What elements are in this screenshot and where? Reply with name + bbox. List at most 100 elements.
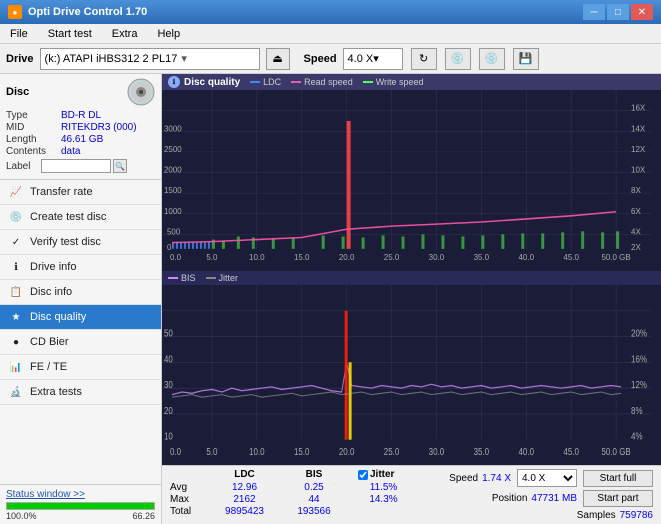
svg-text:20%: 20%: [631, 327, 647, 338]
chart-icon: ℹ: [168, 76, 180, 88]
speed-label: Speed: [304, 53, 337, 65]
jitter-color: [206, 277, 216, 279]
extra-tests-icon: 🔬: [8, 384, 24, 400]
svg-text:10X: 10X: [631, 165, 646, 174]
maximize-button[interactable]: □: [607, 4, 629, 20]
disc-label-input[interactable]: [41, 159, 111, 173]
svg-text:16%: 16%: [631, 353, 647, 364]
total-label: Total: [170, 506, 205, 517]
progress-row: 100.0% 66.26: [6, 511, 155, 521]
svg-text:45.0: 45.0: [563, 446, 579, 457]
drive-select[interactable]: (k:) ATAPI iHBS312 2 PL17 ▾: [40, 48, 260, 70]
sidebar-item-drive-info[interactable]: ℹ Drive info: [0, 255, 161, 280]
total-bis: 193566: [284, 506, 344, 517]
total-ldc: 9895423: [207, 506, 282, 517]
drive-dropdown-arrow: ▾: [181, 52, 187, 65]
progress-val: 66.26: [132, 511, 155, 521]
create-test-disc-icon: 💿: [8, 209, 24, 225]
svg-text:40.0: 40.0: [518, 446, 534, 457]
readspeed-color: [291, 81, 301, 83]
svg-text:1000: 1000: [164, 207, 182, 216]
sidebar: Disc Type BD-R DL MID RITEKDR3 (000): [0, 74, 162, 524]
svg-text:5.0: 5.0: [206, 253, 218, 262]
disc-label-edit-button[interactable]: 🔍: [113, 159, 127, 173]
svg-text:50.0 GB: 50.0 GB: [601, 253, 630, 262]
svg-text:35.0: 35.0: [474, 446, 490, 457]
status-bar: Status window >> 100.0% 66.26: [0, 484, 161, 524]
sidebar-item-disc-info[interactable]: 📋 Disc info: [0, 280, 161, 305]
svg-text:50: 50: [164, 327, 173, 338]
svg-text:40.0: 40.0: [519, 253, 535, 262]
disc-title: Disc: [6, 86, 29, 98]
start-full-button[interactable]: Start full: [583, 470, 653, 487]
svg-text:10: 10: [164, 430, 173, 441]
menu-starttest[interactable]: Start test: [42, 27, 98, 41]
svg-text:16X: 16X: [631, 104, 646, 113]
svg-text:30.0: 30.0: [429, 253, 445, 262]
sidebar-item-extra-tests[interactable]: 🔬 Extra tests: [0, 380, 161, 405]
bis-color: [168, 277, 178, 279]
speed-val: 1.74 X: [482, 473, 511, 484]
svg-text:0: 0: [167, 243, 172, 252]
svg-text:25.0: 25.0: [384, 253, 400, 262]
menu-help[interactable]: Help: [151, 27, 186, 41]
menu-extra[interactable]: Extra: [106, 27, 144, 41]
svg-text:15.0: 15.0: [294, 446, 310, 457]
drive-eject-button[interactable]: ⏏: [266, 48, 290, 70]
drive-label: Drive: [6, 53, 34, 65]
save-button[interactable]: 💾: [513, 48, 539, 70]
svg-text:30.0: 30.0: [429, 446, 445, 457]
sidebar-item-cd-bier[interactable]: ● CD Bier: [0, 330, 161, 355]
max-label: Max: [170, 494, 205, 505]
titlebar-left: ● Opti Drive Control 1.70: [8, 5, 147, 19]
status-window-link[interactable]: Status window >>: [6, 489, 85, 500]
cd-bier-icon: ●: [8, 334, 24, 350]
progress-bar-fill: [7, 503, 154, 509]
svg-text:15.0: 15.0: [294, 253, 310, 262]
svg-text:500: 500: [167, 227, 181, 236]
svg-text:14X: 14X: [631, 124, 646, 133]
disc-quality-icon: ★: [8, 309, 24, 325]
svg-text:50.0 GB: 50.0 GB: [601, 446, 630, 457]
svg-text:8%: 8%: [631, 404, 643, 415]
max-ldc: 2162: [207, 494, 282, 505]
svg-text:20: 20: [164, 404, 173, 415]
sidebar-item-create-test-disc[interactable]: 💿 Create test disc: [0, 205, 161, 230]
disc-button2[interactable]: 💿: [479, 48, 505, 70]
writespeed-color: [363, 81, 373, 83]
disc-button1[interactable]: 💿: [445, 48, 471, 70]
refresh-button[interactable]: ↻: [411, 48, 437, 70]
disc-contents-row: Contents data: [6, 146, 155, 157]
avg-label: Avg: [170, 482, 205, 493]
speed-select[interactable]: 4.0 X ▾: [343, 48, 403, 70]
chart-section-top: 0 500 1000 1500 2000 2500 3000 2X 6X 8X …: [162, 90, 661, 271]
max-bis: 44: [284, 494, 344, 505]
sidebar-item-disc-quality[interactable]: ★ Disc quality: [0, 305, 161, 330]
disc-label-row: Label 🔍: [6, 159, 155, 173]
disc-type-row: Type BD-R DL: [6, 110, 155, 121]
legend-jitter: Jitter: [206, 273, 239, 283]
jitter-checkbox[interactable]: [358, 470, 368, 480]
svg-text:20.0: 20.0: [339, 253, 355, 262]
start-part-button[interactable]: Start part: [583, 490, 653, 507]
chart-header-top: ℹ Disc quality LDC Read speed Write spee…: [162, 74, 661, 90]
menu-file[interactable]: File: [4, 27, 34, 41]
close-button[interactable]: ✕: [631, 4, 653, 20]
svg-text:35.0: 35.0: [474, 253, 490, 262]
svg-text:1500: 1500: [164, 186, 182, 195]
position-label: Position: [492, 493, 528, 504]
speed-select[interactable]: 4.0 X: [517, 469, 577, 487]
disc-info-icon: 📋: [8, 284, 24, 300]
avg-ldc: 12.96: [207, 482, 282, 493]
svg-text:0.0: 0.0: [170, 253, 182, 262]
svg-text:3000: 3000: [164, 124, 182, 133]
svg-text:10.0: 10.0: [249, 446, 265, 457]
sidebar-item-transfer-rate[interactable]: 📈 Transfer rate: [0, 180, 161, 205]
svg-text:30: 30: [164, 379, 173, 390]
svg-text:12%: 12%: [631, 379, 647, 390]
sidebar-item-fe-te[interactable]: 📊 FE / TE: [0, 355, 161, 380]
bottom-chart-svg: 10 20 30 40 50 4% 8% 12% 16% 20% 5.0 10.…: [162, 285, 661, 466]
disc-mid-row: MID RITEKDR3 (000): [6, 122, 155, 133]
minimize-button[interactable]: ─: [583, 4, 605, 20]
sidebar-item-verify-test-disc[interactable]: ✓ Verify test disc: [0, 230, 161, 255]
